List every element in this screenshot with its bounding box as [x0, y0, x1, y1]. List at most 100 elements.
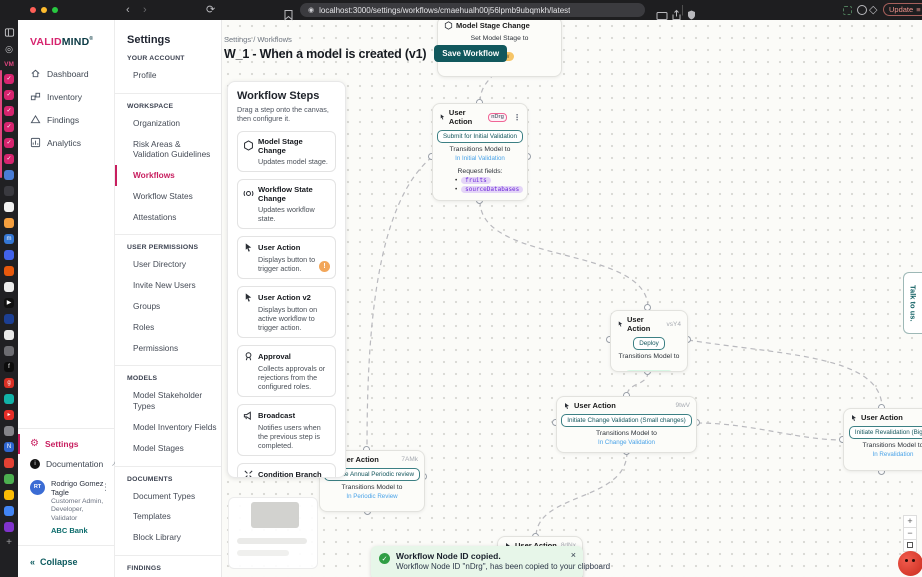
breadcrumb-settings[interactable]: Settings — [224, 35, 251, 44]
node-user-action-revalidation[interactable]: User Action Initiate Revalidation (Big c… — [843, 408, 922, 471]
settings-nav-item-workflow-states[interactable]: Workflow States — [115, 186, 221, 207]
maximize-window-button[interactable] — [52, 7, 58, 13]
save-workflow-button[interactable]: Save Workflow — [434, 45, 507, 62]
validmind-tab-favicon[interactable]: ✓ — [4, 90, 14, 100]
breadcrumb-workflows[interactable]: Workflows — [257, 35, 291, 44]
validmind-tab-favicon[interactable]: ✓ — [4, 154, 14, 164]
close-icon[interactable]: × — [571, 550, 576, 560]
submit-initial-validation-button[interactable]: Submit for Initial Validation — [437, 130, 523, 143]
tab-favicon[interactable] — [4, 394, 14, 404]
github-tab-favicon[interactable] — [4, 282, 14, 292]
tab-favicon[interactable] — [4, 474, 14, 484]
step-card-workflow-state-change[interactable]: Workflow State Change Updates workflow s… — [237, 179, 336, 229]
settings-nav-item-permissions[interactable]: Permissions — [115, 338, 221, 359]
settings-nav-item-templates[interactable]: Templates — [115, 506, 221, 527]
node-user-action-initial-validation[interactable]: User Action nDrg ⋮ Submit for Initial Va… — [432, 103, 528, 201]
new-tab-button[interactable]: + — [6, 537, 12, 548]
tab-favicon[interactable]: g — [4, 378, 14, 388]
node-menu-icon[interactable]: ⋮ — [513, 113, 521, 122]
node-user-action-change-validation[interactable]: User Action 9twV Initiate Change Validat… — [556, 396, 697, 453]
mascot-badge-icon[interactable] — [898, 551, 922, 576]
tab-favicon[interactable] — [4, 170, 14, 180]
sidebar-item-findings[interactable]: Findings — [18, 108, 114, 131]
sidebar-toggle-icon[interactable] — [4, 27, 15, 38]
validmind-tab-favicon[interactable]: ✓ — [4, 106, 14, 116]
settings-nav-item-model-stakeholder-types[interactable]: Model Stakeholder Types — [115, 385, 221, 417]
forward-icon[interactable]: › — [143, 0, 147, 20]
tab-favicon[interactable] — [4, 314, 14, 324]
settings-nav-item-model-inventory-fields[interactable]: Model Inventory Fields — [115, 417, 221, 438]
tab-favicon[interactable] — [4, 186, 14, 196]
sidebar-item-inventory[interactable]: Inventory — [18, 85, 114, 108]
change-validation-link[interactable]: In Change Validation — [557, 439, 696, 446]
validmind-tab-favicon[interactable]: ✓ — [4, 74, 14, 84]
change-validation-button[interactable]: Initiate Change Validation (Small change… — [561, 414, 692, 427]
settings-nav-item-profile[interactable]: Profile — [115, 65, 221, 86]
github-tab-favicon[interactable] — [4, 330, 14, 340]
step-card-user-action[interactable]: User Action Displays button to trigger a… — [237, 236, 336, 279]
tab-favicon[interactable] — [4, 490, 14, 500]
youtube-tab-favicon[interactable]: ▸ — [4, 410, 14, 420]
shield-icon[interactable] — [687, 5, 696, 25]
sidebar-item-settings[interactable]: ⚙ Settings — [18, 434, 114, 454]
tab-favicon[interactable]: N — [4, 442, 14, 452]
tab-favicon[interactable] — [4, 426, 14, 436]
settings-nav-item-groups[interactable]: Groups — [115, 296, 221, 317]
settings-nav-item-document-types[interactable]: Document Types — [115, 486, 221, 507]
validmind-tab-favicon[interactable]: ✓ — [4, 122, 14, 132]
step-card-broadcast[interactable]: Broadcast Notifies users when the previo… — [237, 404, 336, 456]
site-info-icon[interactable]: ◉ — [308, 6, 314, 14]
sidebar-item-dashboard[interactable]: Dashboard — [18, 62, 114, 85]
settings-nav-item-attestations[interactable]: Attestations — [115, 207, 221, 228]
tab-favicon[interactable] — [4, 346, 14, 356]
deploy-button[interactable]: Deploy — [633, 337, 665, 350]
bookmark-icon[interactable] — [284, 5, 293, 25]
github-tab-favicon[interactable] — [4, 202, 14, 212]
tab-favicon[interactable] — [4, 522, 14, 532]
reload-icon[interactable]: ⟳ — [206, 0, 215, 20]
tab-favicon[interactable] — [4, 506, 14, 516]
minimize-window-button[interactable] — [41, 7, 47, 13]
address-bar[interactable]: ◉ localhost:3000/settings/workflows/cmae… — [300, 3, 645, 17]
tab-favicon[interactable] — [4, 218, 14, 228]
initial-validation-link[interactable]: In Initial Validation — [433, 155, 527, 162]
step-card-model-stage-change[interactable]: Model Stage Change Updates model stage. — [237, 131, 336, 172]
settings-nav-item-workflows[interactable]: Workflows — [115, 165, 221, 186]
settings-nav-item-user-directory[interactable]: User Directory — [115, 254, 221, 275]
settings-nav-item-roles[interactable]: Roles — [115, 317, 221, 338]
step-card-approval[interactable]: Approval Collects approvals or rejection… — [237, 345, 336, 397]
settings-nav-item-invite-new-users[interactable]: Invite New Users — [115, 275, 221, 296]
node-user-action-deploy[interactable]: User Action vsY4 Deploy Transitions Mode… — [610, 310, 688, 372]
validmind-tab-favicon[interactable]: ✓ — [4, 138, 14, 148]
user-menu-icon[interactable]: ⋮ — [101, 482, 110, 493]
settings-nav-item-organization[interactable]: Organization — [115, 113, 221, 134]
revalidation-button[interactable]: Initiate Revalidation (Big ch — [849, 426, 922, 439]
settings-nav-item-block-library[interactable]: Block Library — [115, 527, 221, 548]
sidebar-item-documentation[interactable]: i Documentation ↗ — [18, 454, 114, 474]
browser-update-button[interactable]: Update≡ — [883, 3, 922, 16]
sidebar-item-analytics[interactable]: Analytics — [18, 131, 114, 154]
tab-favicon[interactable] — [4, 458, 14, 468]
node-id-badge[interactable]: nDrg — [488, 113, 507, 122]
tab-favicon[interactable]: f — [4, 362, 14, 372]
tab-favicon[interactable]: ▶ — [4, 298, 14, 308]
periodic-review-link[interactable]: In Periodic Review — [320, 493, 424, 500]
target-icon[interactable]: ◎ — [4, 44, 15, 55]
extension-diamond-icon[interactable]: ◇ — [869, 0, 877, 20]
share-icon[interactable] — [672, 5, 681, 25]
settings-nav-item-risk-areas[interactable]: Risk Areas & Validation Guidelines — [115, 134, 221, 166]
step-card-condition-branch[interactable]: Condition Branch Forks workflow dependin… — [237, 463, 336, 478]
close-window-button[interactable] — [30, 7, 36, 13]
extension-circle-icon[interactable] — [857, 5, 867, 15]
cast-icon[interactable] — [656, 6, 668, 26]
collapse-sidebar-button[interactable]: « Collapse — [18, 551, 114, 573]
back-icon[interactable]: ‹ — [126, 0, 130, 20]
workflow-canvas[interactable]: Model Stage Change Set Model Stage to ⊘ … — [222, 20, 922, 577]
tab-favicon[interactable] — [4, 266, 14, 276]
tab-favicon[interactable]: m — [4, 234, 14, 244]
revalidation-link[interactable]: In Revalidation — [844, 451, 922, 458]
talk-to-us-tab[interactable]: Talk to us. — [903, 272, 922, 334]
tab-favicon[interactable] — [4, 250, 14, 260]
step-card-user-action-v2[interactable]: User Action v2 Displays button on active… — [237, 286, 336, 338]
extension-placeholder-icon[interactable] — [843, 6, 852, 15]
